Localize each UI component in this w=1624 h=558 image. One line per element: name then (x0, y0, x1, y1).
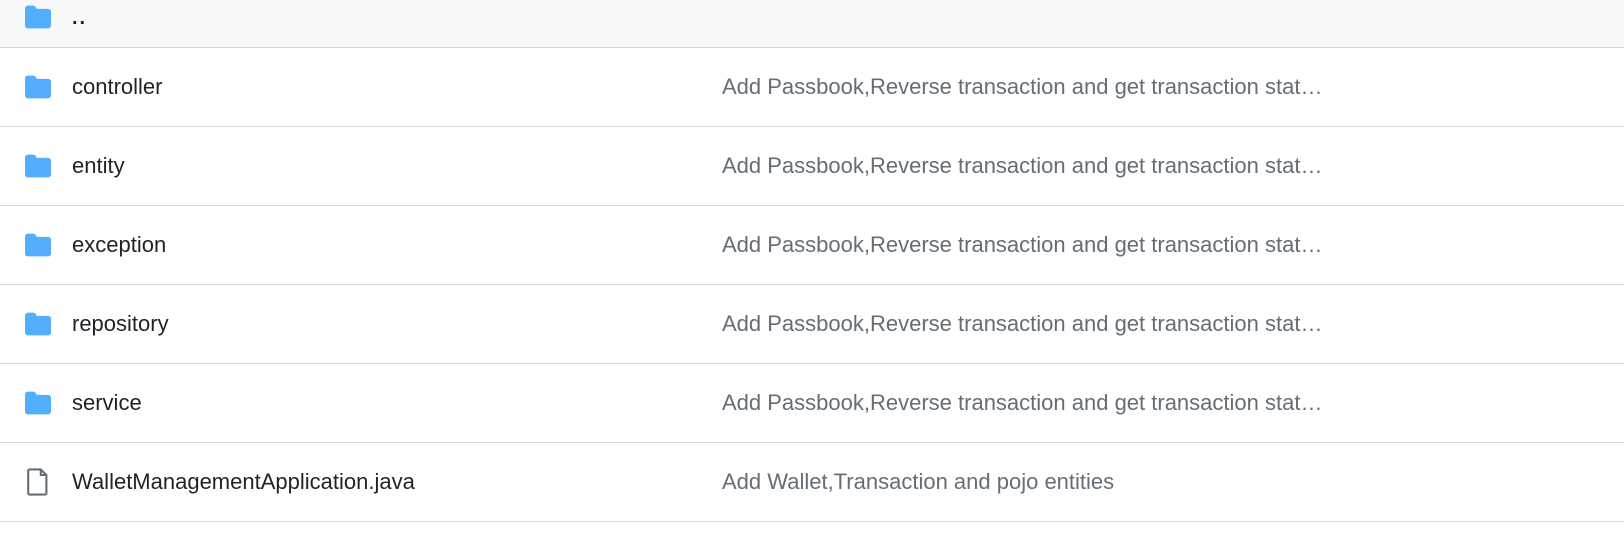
file-name[interactable]: exception (72, 232, 722, 258)
file-row[interactable]: repositoryAdd Passbook,Reverse transacti… (0, 285, 1624, 364)
file-row[interactable]: exceptionAdd Passbook,Reverse transactio… (0, 206, 1624, 285)
file-row[interactable]: controllerAdd Passbook,Reverse transacti… (0, 48, 1624, 127)
folder-icon (24, 310, 52, 338)
file-name[interactable]: service (72, 390, 722, 416)
file-list: ..controllerAdd Passbook,Reverse transac… (0, 0, 1624, 522)
commit-message[interactable]: Add Passbook,Reverse transaction and get… (722, 232, 1600, 258)
commit-message[interactable]: Add Passbook,Reverse transaction and get… (722, 311, 1600, 337)
folder-icon (24, 73, 52, 101)
file-name[interactable]: WalletManagementApplication.java (72, 469, 722, 495)
file-name[interactable]: controller (72, 74, 722, 100)
file-name[interactable]: repository (72, 311, 722, 337)
commit-message[interactable]: Add Wallet,Transaction and pojo entities (722, 469, 1600, 495)
commit-message[interactable]: Add Passbook,Reverse transaction and get… (722, 74, 1600, 100)
folder-icon (24, 3, 52, 31)
commit-message[interactable]: Add Passbook,Reverse transaction and get… (722, 153, 1600, 179)
file-name[interactable]: .. (72, 4, 722, 30)
file-name[interactable]: entity (72, 153, 722, 179)
commit-message[interactable]: Add Passbook,Reverse transaction and get… (722, 390, 1600, 416)
folder-icon (24, 389, 52, 417)
file-row[interactable]: serviceAdd Passbook,Reverse transaction … (0, 364, 1624, 443)
folder-icon (24, 152, 52, 180)
file-row[interactable]: WalletManagementApplication.javaAdd Wall… (0, 443, 1624, 522)
file-row[interactable]: entityAdd Passbook,Reverse transaction a… (0, 127, 1624, 206)
folder-icon (24, 231, 52, 259)
file-row[interactable]: .. (0, 0, 1624, 48)
file-icon (24, 468, 52, 496)
